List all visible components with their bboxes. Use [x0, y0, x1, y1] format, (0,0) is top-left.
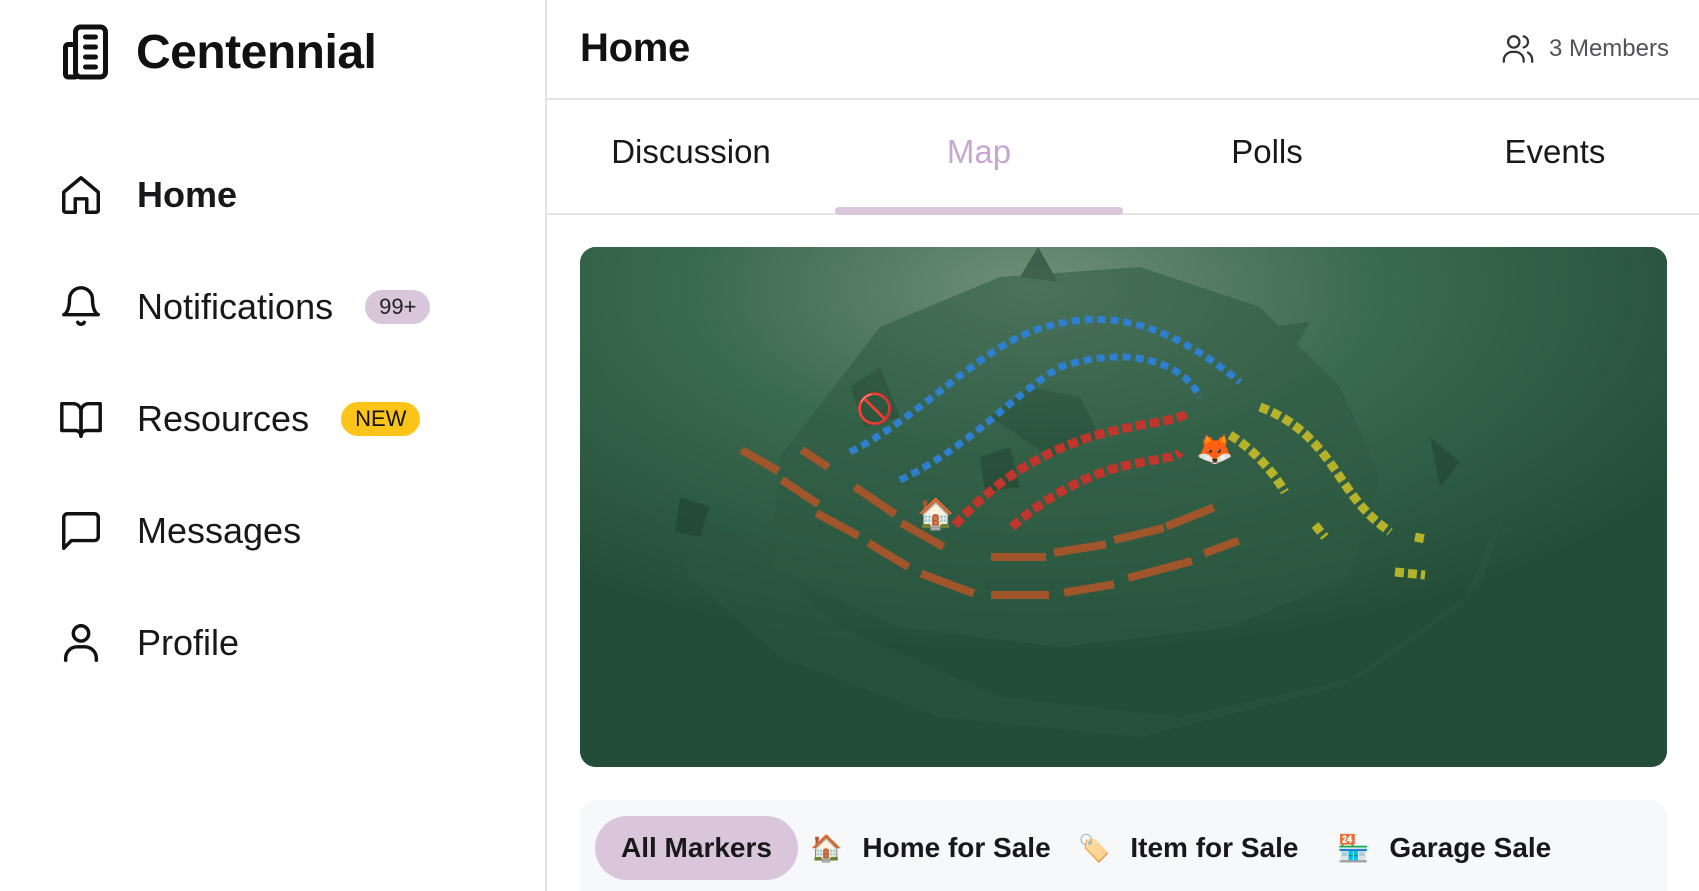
- filter-item-for-sale[interactable]: 🏷️ Item for Sale: [1078, 816, 1298, 880]
- users-icon: [1502, 35, 1534, 63]
- topbar: Home 3 Members: [547, 0, 1699, 100]
- map-marker-fox[interactable]: 🦊: [1196, 432, 1233, 467]
- brand[interactable]: Centennial: [58, 22, 377, 82]
- app-name: Centennial: [136, 25, 377, 79]
- house-icon: 🏠: [810, 832, 843, 863]
- map-canvas[interactable]: 🚫 🏠 🦊: [580, 247, 1667, 767]
- sidebar-item-label: Messages: [137, 510, 302, 551]
- tag-icon: 🏷️: [1078, 832, 1111, 863]
- sidebar-item-profile[interactable]: Profile: [58, 613, 430, 673]
- tab-bar: Discussion Map Polls Events: [547, 100, 1699, 215]
- main-content: Home 3 Members Discussion Map Polls Even…: [547, 0, 1699, 891]
- sidebar: Centennial Home Notifications 99+ Resour…: [0, 0, 547, 891]
- map-marker-home[interactable]: 🏠: [917, 497, 954, 532]
- sidebar-item-notifications[interactable]: Notifications 99+: [58, 277, 431, 337]
- tab-map[interactable]: Map: [835, 100, 1123, 215]
- tab-events[interactable]: Events: [1411, 100, 1699, 213]
- message-icon: [62, 512, 100, 550]
- filter-label: Home for Sale: [862, 832, 1051, 863]
- filter-garage-sale[interactable]: 🏪 Garage Sale: [1337, 816, 1551, 880]
- building-icon: [63, 24, 108, 80]
- marker-filter-bar: All Markers 🏠 Home for Sale 🏷️ Item for …: [580, 800, 1667, 891]
- sidebar-item-label: Profile: [137, 622, 240, 663]
- members-count: 3 Members: [1548, 35, 1669, 62]
- sidebar-item-label: Notifications: [137, 286, 334, 327]
- notification-count-badge: 99+: [365, 290, 431, 324]
- sidebar-item-messages[interactable]: Messages: [58, 501, 430, 561]
- tab-discussion[interactable]: Discussion: [547, 100, 835, 213]
- sidebar-item-label: Home: [137, 174, 238, 215]
- sidebar-item-resources[interactable]: Resources NEW: [58, 389, 430, 449]
- sidebar-item-label: Resources: [137, 398, 310, 439]
- home-icon: [62, 176, 100, 214]
- filter-label: All Markers: [621, 832, 772, 863]
- filter-label: Garage Sale: [1389, 832, 1552, 863]
- neighborhood-map[interactable]: 🚫 🏠 🦊: [580, 247, 1667, 767]
- book-icon: [60, 401, 102, 438]
- sidebar-nav: Home Notifications 99+ Resources NEW Mes…: [58, 165, 431, 725]
- page-title: Home: [580, 26, 690, 70]
- members-button[interactable]: 3 Members: [1501, 32, 1669, 66]
- store-icon: 🏪: [1337, 832, 1370, 863]
- map-marker-no-entry[interactable]: 🚫: [856, 391, 893, 427]
- filter-all-markers[interactable]: All Markers: [595, 816, 798, 880]
- sidebar-item-home[interactable]: Home: [58, 165, 430, 225]
- filter-home-for-sale[interactable]: 🏠 Home for Sale: [810, 816, 1051, 880]
- user-icon: [63, 624, 99, 662]
- bell-icon: [62, 286, 100, 326]
- new-badge: NEW: [341, 402, 421, 436]
- tab-polls[interactable]: Polls: [1123, 100, 1411, 213]
- filter-label: Item for Sale: [1130, 832, 1299, 863]
